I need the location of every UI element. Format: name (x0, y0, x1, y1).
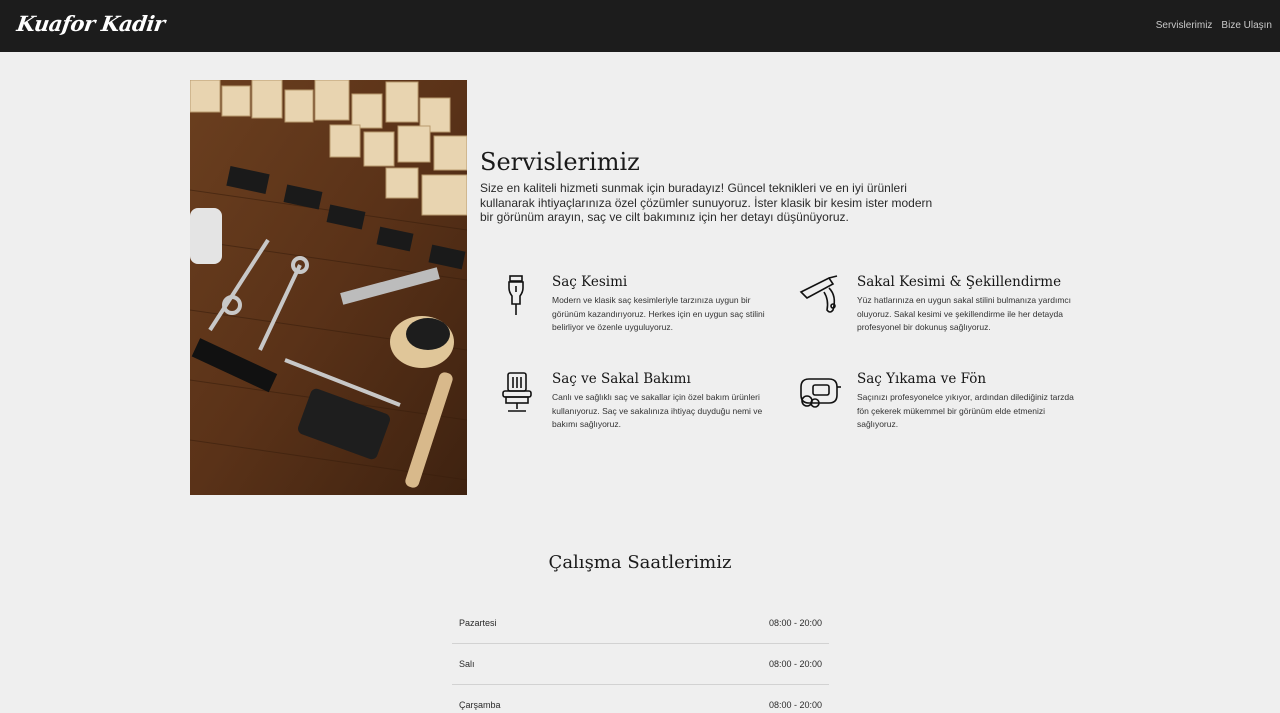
barber-chair-icon (500, 371, 536, 415)
service-wash-desc: Saçınızı profesyonelce yıkıyor, ardından… (857, 392, 1074, 429)
hair-dryer-icon (800, 371, 841, 415)
clipper-icon (500, 274, 536, 318)
hours-day: Pazartesi (459, 618, 497, 628)
hours-time: 08:00 - 20:00 (768, 700, 822, 710)
hours-day: Salı (459, 659, 475, 669)
hours-day: Çarşamba (459, 700, 501, 710)
services-title: Servislerimiz (480, 148, 640, 176)
nav-links: Servislerimiz Bize Ulaşın (1156, 20, 1272, 31)
navbar: Kuafor Kadir Servislerimiz Bize Ulaşın (0, 0, 1280, 52)
service-haircut-desc: Modern ve klasik saç kesimleriyle tarzın… (552, 295, 765, 332)
hours-time: 08:00 - 20:00 (768, 659, 822, 669)
service-haircut-title: Saç Kesimi (552, 274, 628, 290)
service-beard-desc: Yüz hatlarınıza en uygun sakal stilini b… (857, 295, 1072, 332)
razor-icon (799, 274, 841, 318)
table-row: Çarşamba 08:00 - 20:00 (452, 685, 829, 713)
hours-title: Çalışma Saatlerimiz (548, 552, 732, 573)
services-intro: Size en kaliteli hizmeti sunmak için bur… (480, 181, 933, 224)
brand-logo[interactable]: Kuafor Kadir (15, 11, 166, 36)
service-care-title: Saç ve Sakal Bakımı (552, 371, 691, 387)
service-wash-title: Saç Yıkama ve Fön (857, 371, 987, 387)
barber-tools-image (190, 80, 467, 495)
nav-link-services[interactable]: Servislerimiz (1156, 20, 1213, 31)
service-beard-title: Sakal Kesimi & Şekillendirme (857, 274, 1062, 290)
hours-table: Pazartesi 08:00 - 20:00 Salı 08:00 - 20:… (452, 603, 829, 713)
nav-link-contact[interactable]: Bize Ulaşın (1221, 20, 1272, 31)
hours-time: 08:00 - 20:00 (768, 618, 822, 628)
table-row: Salı 08:00 - 20:00 (452, 644, 829, 685)
service-care-desc: Canlı ve sağlıklı saç ve sakallar için ö… (552, 392, 763, 429)
table-row: Pazartesi 08:00 - 20:00 (452, 603, 829, 644)
